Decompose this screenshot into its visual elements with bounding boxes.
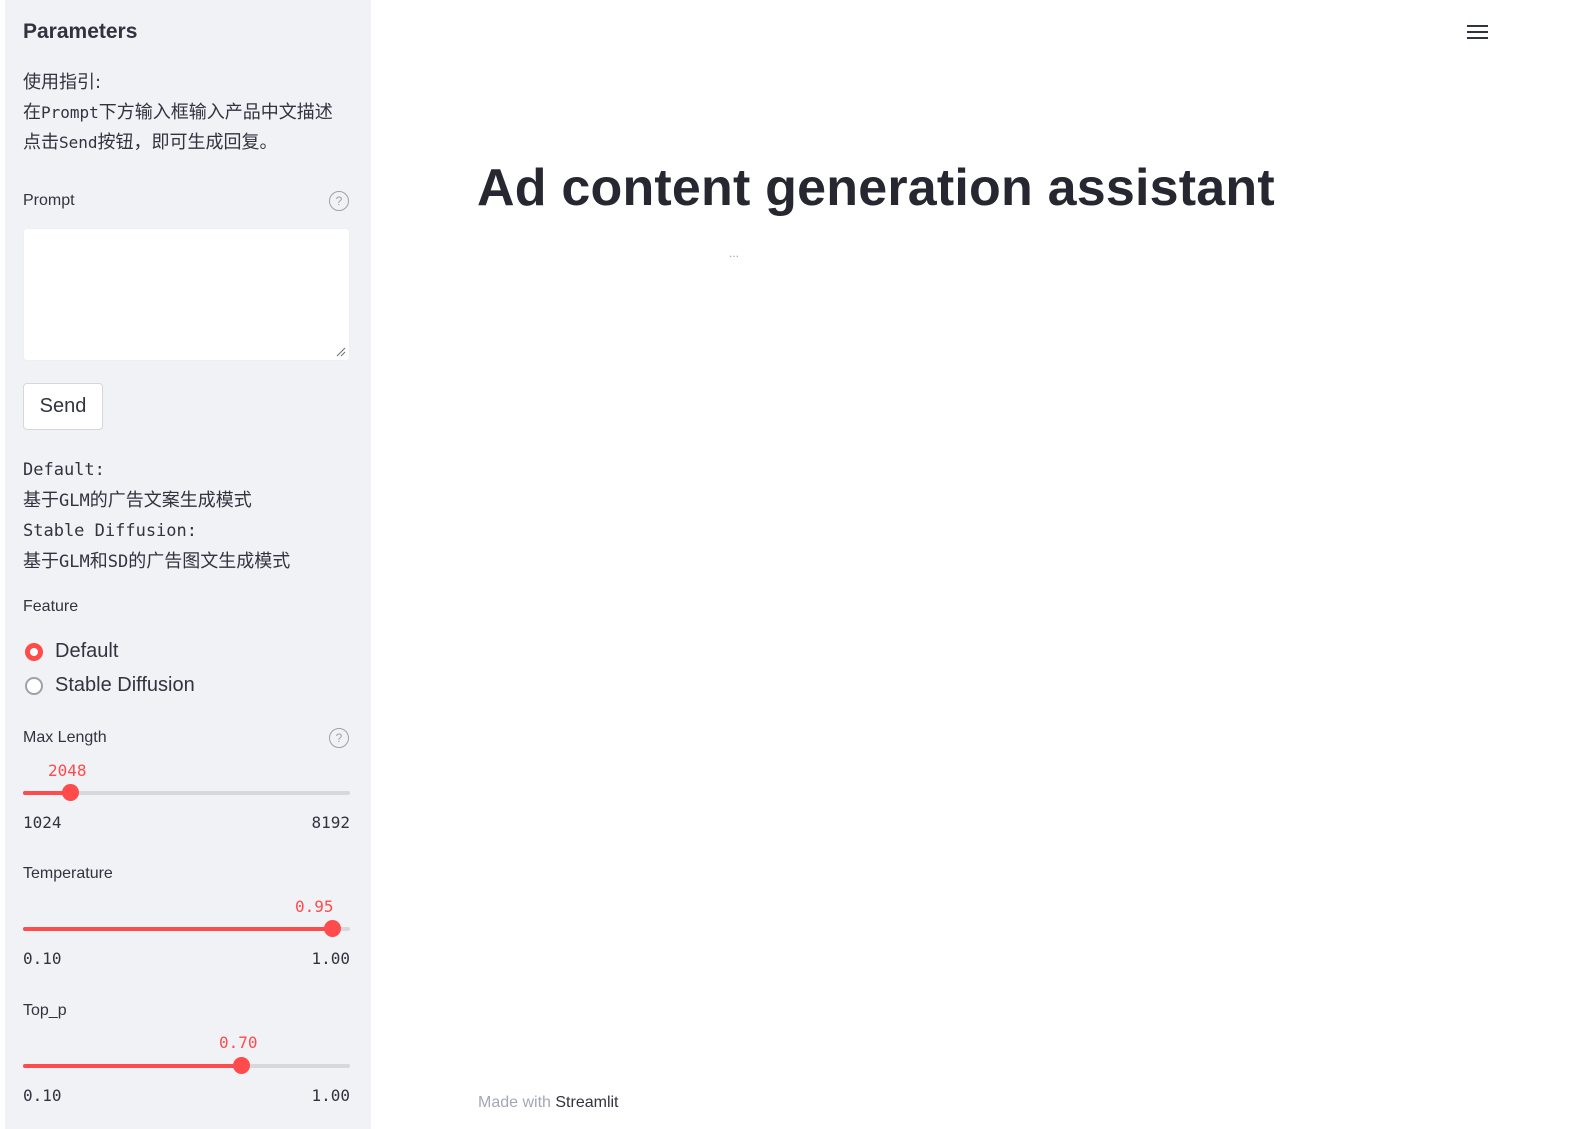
guide-line-2-post: 下方输入框输入产品中文描述 <box>98 102 333 123</box>
top-p-min: 0.10 <box>23 1086 62 1105</box>
temperature-max: 1.00 <box>311 949 350 968</box>
mode-default-name: Default: <box>23 460 105 480</box>
page-title: Ad content generation assistant <box>477 159 1275 217</box>
max-length-slider[interactable] <box>23 784 350 801</box>
guide-line-3-code: Send <box>59 133 98 152</box>
mode-default-desc-pre: 基于 <box>23 489 59 511</box>
temperature-min: 0.10 <box>23 949 62 968</box>
send-button[interactable]: Send <box>23 383 103 430</box>
temperature-value: 0.95 <box>295 897 334 916</box>
guide-line-3-pre: 点击 <box>23 132 59 153</box>
temperature-label: Temperature <box>23 865 113 882</box>
mode-sd-desc-pre: 基于 <box>23 550 59 572</box>
mode-descriptions: Default: 基于GLM的广告文案生成模式 Stable Diffusion… <box>23 455 290 577</box>
top-p-label: Top_p <box>23 1002 67 1019</box>
footer-streamlit-link[interactable]: Streamlit <box>555 1094 618 1111</box>
slider-thumb[interactable] <box>233 1057 251 1074</box>
mode-sd-desc-mid: 和 <box>89 550 108 572</box>
feature-label: Feature <box>23 598 79 615</box>
top-p-value: 0.70 <box>219 1033 258 1052</box>
radio-selected-icon[interactable] <box>25 642 43 661</box>
slider-fill <box>23 1064 242 1068</box>
question-circle-icon[interactable]: ? <box>329 191 349 211</box>
radio-option-default[interactable]: Default <box>25 640 118 663</box>
top-p-max: 1.00 <box>311 1086 350 1105</box>
mode-sd-desc-code-1: GLM <box>59 551 90 572</box>
max-length-value: 2048 <box>48 761 87 780</box>
prompt-label: Prompt <box>23 192 75 209</box>
mode-sd-name: Stable Diffusion: <box>23 521 197 541</box>
sidebar-header: Parameters <box>23 20 138 43</box>
guide-line-2-code: Prompt <box>41 103 99 122</box>
slider-fill <box>23 927 332 931</box>
usage-guide: 使用指引: 在Prompt下方输入框输入产品中文描述 点击Send按钮，即可生成… <box>23 68 333 158</box>
slider-thumb[interactable] <box>61 784 79 801</box>
radio-option-stable-diffusion[interactable]: Stable Diffusion <box>25 674 195 697</box>
footer-text: Made with <box>478 1094 551 1111</box>
hamburger-menu-icon[interactable] <box>1467 25 1488 40</box>
top-p-slider[interactable] <box>23 1057 350 1074</box>
radio-label-stable-diffusion[interactable]: Stable Diffusion <box>55 674 195 697</box>
guide-line-3-post: 按钮，即可生成回复。 <box>97 132 278 153</box>
mode-sd-desc-post: 的广告图文生成模式 <box>128 550 291 572</box>
max-length-max: 8192 <box>311 813 350 832</box>
slider-thumb[interactable] <box>323 920 341 937</box>
footer: Made with Streamlit <box>478 1094 619 1112</box>
question-circle-icon[interactable]: ? <box>329 728 349 748</box>
mode-default-desc-code: GLM <box>59 490 90 511</box>
guide-line-1: 使用指引: <box>23 72 102 93</box>
guide-line-2-pre: 在 <box>23 102 41 123</box>
max-length-label: Max Length <box>23 729 107 746</box>
prompt-textarea[interactable] <box>23 228 350 361</box>
max-length-min: 1024 <box>23 813 62 832</box>
radio-label-default[interactable]: Default <box>55 640 118 663</box>
radio-unselected-icon[interactable] <box>25 676 43 695</box>
temperature-slider[interactable] <box>23 920 350 937</box>
loading-indicator: ... <box>729 246 740 260</box>
mode-default-desc-post: 的广告文案生成模式 <box>89 489 252 511</box>
mode-sd-desc-code-2: SD <box>107 551 129 572</box>
resize-handle-icon[interactable] <box>336 347 346 357</box>
sidebar: Parameters 使用指引: 在Prompt下方输入框输入产品中文描述 点击… <box>5 0 371 1129</box>
